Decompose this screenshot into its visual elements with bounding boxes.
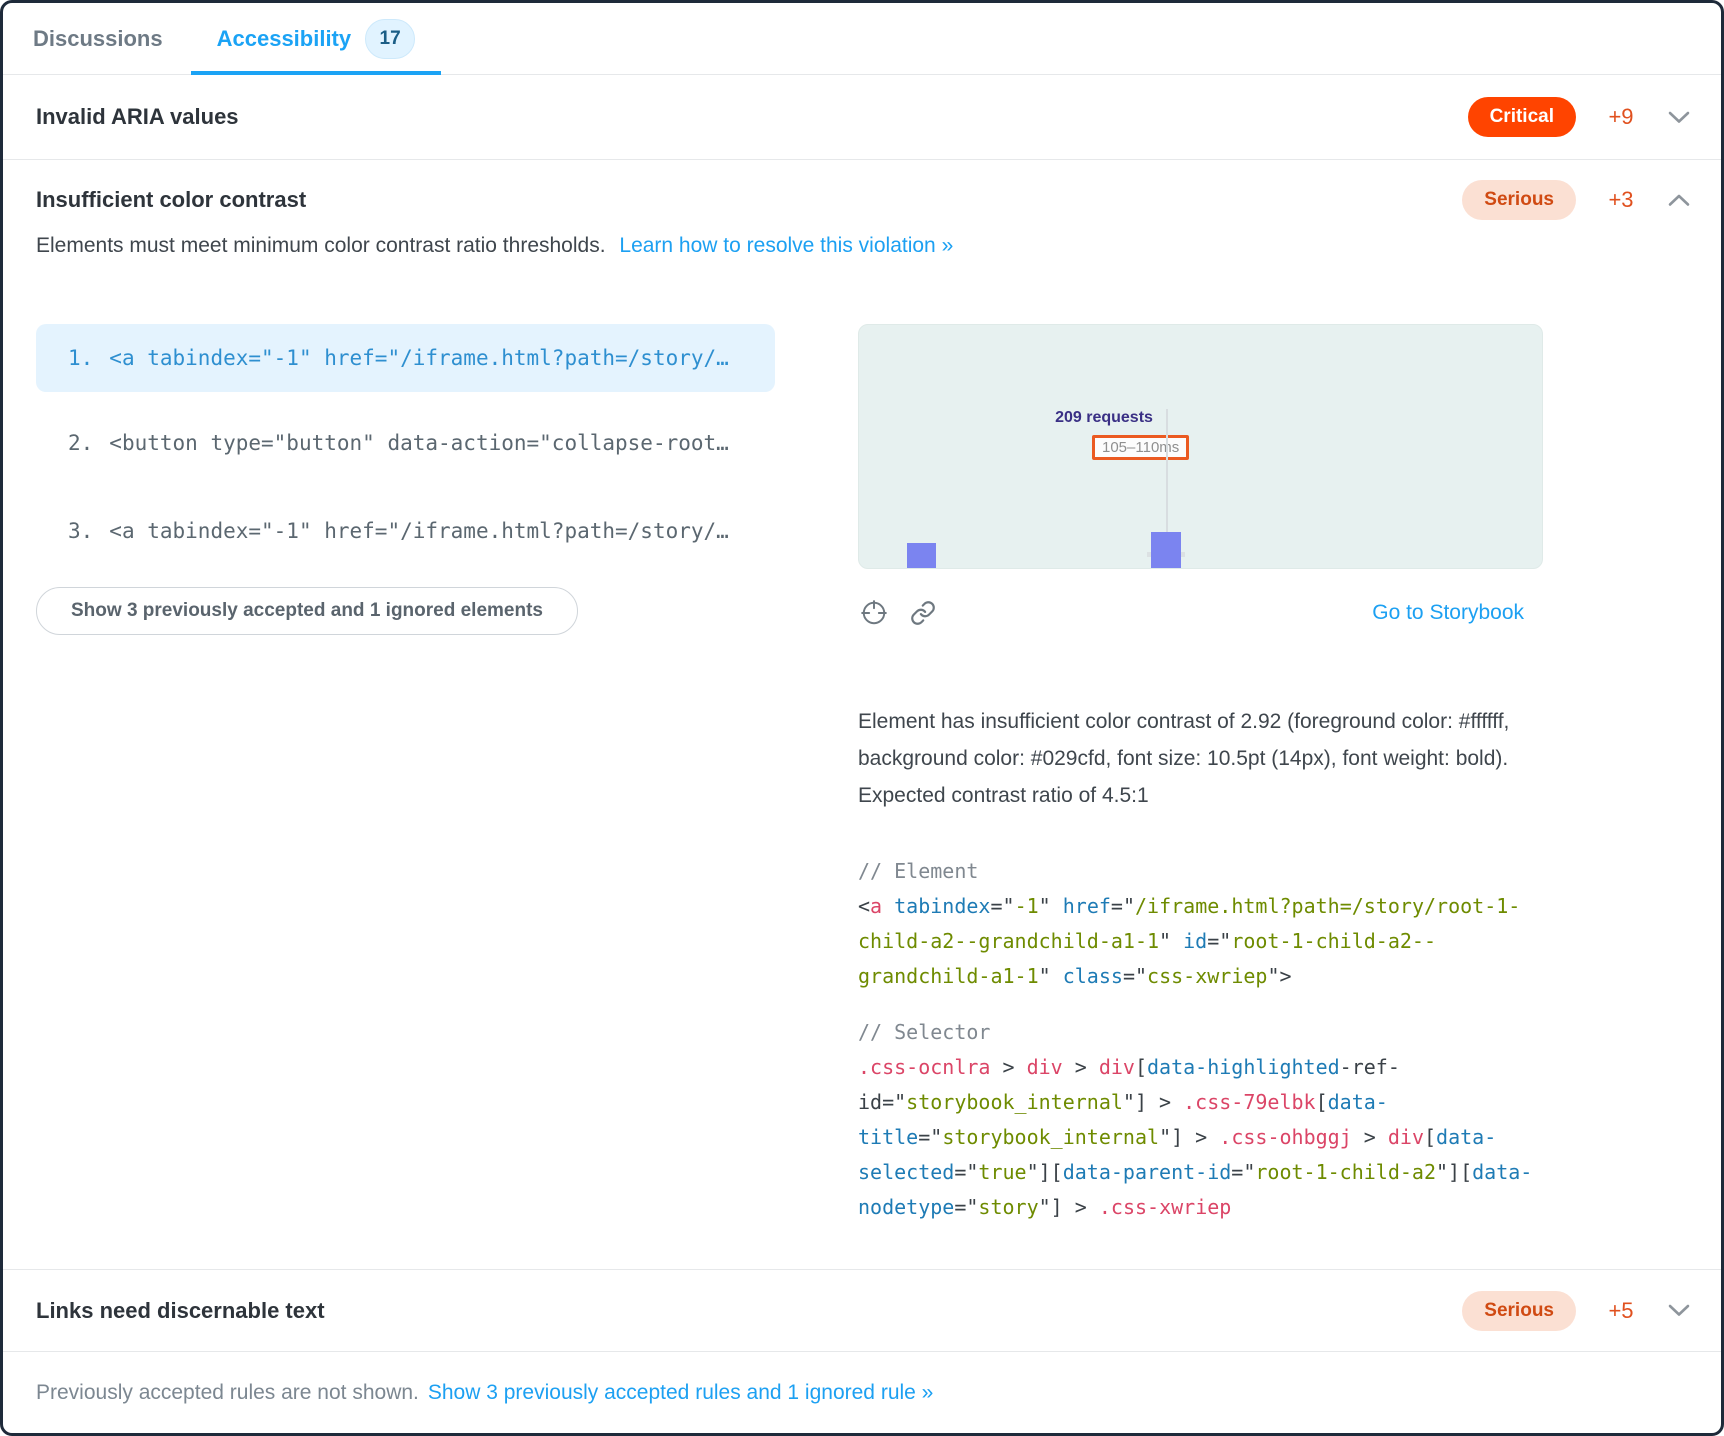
go-to-storybook-link[interactable]: Go to Storybook: [1372, 601, 1541, 625]
accessibility-panel: Discussions Accessibility 17 Invalid ARI…: [0, 0, 1724, 1436]
highlight-target-icon[interactable]: [860, 599, 888, 627]
more-violations-count: +3: [1598, 187, 1644, 213]
preview-actions: Go to Storybook: [858, 595, 1543, 631]
rule-row-invalid-aria-values[interactable]: Invalid ARIA values Critical +9: [3, 75, 1721, 160]
tab-discussions[interactable]: Discussions: [33, 3, 163, 74]
element-code-snippet: <a tabindex="-1" href="/iframe.html?path…: [109, 519, 729, 543]
element-item-2[interactable]: 2. <button type="button" data-action="co…: [36, 418, 775, 468]
tab-accessibility[interactable]: Accessibility 17: [191, 3, 442, 74]
rule-meta: Serious +5: [1462, 1291, 1690, 1331]
show-accepted-elements-button[interactable]: Show 3 previously accepted and 1 ignored…: [36, 587, 578, 635]
severity-badge-serious: Serious: [1462, 1291, 1576, 1331]
selector-comment: // Selector: [858, 1015, 1543, 1050]
preview-highlighted-element: 105–110ms: [1092, 435, 1189, 460]
rule-title-invalid-aria: Invalid ARIA values: [36, 104, 1468, 130]
element-detail-pane: 209 requests 105–110ms: [858, 324, 1543, 1225]
rule-row-links-discernable-text[interactable]: Links need discernable text Serious +5: [3, 1270, 1721, 1352]
element-item-1-selected[interactable]: 1. <a tabindex="-1" href="/iframe.html?p…: [36, 324, 775, 392]
selector-code-block: // Selector .css-ocnlra > div > div[data…: [858, 1015, 1543, 1225]
preview-bar-right: [1151, 532, 1181, 568]
element-number: 2.: [68, 431, 93, 455]
element-item-3[interactable]: 3. <a tabindex="-1" href="/iframe.html?p…: [36, 506, 775, 556]
severity-badge-serious: Serious: [1462, 180, 1576, 220]
rule-meta: Serious +3: [1462, 180, 1690, 220]
learn-how-link[interactable]: Learn how to resolve this violation »: [619, 234, 953, 257]
rule-description-text: Elements must meet minimum color contras…: [36, 234, 606, 257]
story-preview-thumbnail: 209 requests 105–110ms: [858, 324, 1543, 569]
accessibility-count-badge: 17: [365, 19, 415, 59]
element-code-snippet: <a tabindex="-1" href="/iframe.html?path…: [109, 346, 729, 370]
rule-section-color-contrast: Insufficient color contrast Serious +3 E…: [3, 160, 1721, 1270]
tab-bar: Discussions Accessibility 17: [3, 3, 1721, 75]
rule-description: Elements must meet minimum color contras…: [36, 234, 1690, 262]
element-code-snippet: <button type="button" data-action="colla…: [109, 431, 729, 455]
element-code: <a tabindex="-1" href="/iframe.html?path…: [858, 889, 1543, 994]
chevron-down-icon[interactable]: [1668, 1304, 1690, 1317]
rule-title-links-discernable: Links need discernable text: [36, 1298, 1462, 1324]
violation-detail-text: Element has insufficient color contrast …: [858, 703, 1543, 814]
chevron-up-icon[interactable]: [1668, 194, 1690, 207]
tab-accessibility-label: Accessibility: [217, 26, 352, 52]
preview-bar-left: [907, 543, 936, 568]
element-comment: // Element: [858, 854, 1543, 889]
rule-details: 1. <a tabindex="-1" href="/iframe.html?p…: [36, 324, 1690, 1225]
severity-badge-critical: Critical: [1468, 97, 1576, 137]
copy-link-icon[interactable]: [910, 600, 936, 626]
element-number: 3.: [68, 519, 93, 543]
more-violations-count: +5: [1598, 1298, 1644, 1324]
more-violations-count: +9: [1598, 104, 1644, 130]
violating-elements-list: 1. <a tabindex="-1" href="/iframe.html?p…: [36, 324, 775, 1225]
selector-code: .css-ocnlra > div > div[data-highlighted…: [858, 1050, 1543, 1225]
footer: Previously accepted rules are not shown.…: [3, 1352, 1721, 1433]
footer-text: Previously accepted rules are not shown.: [36, 1381, 419, 1405]
show-accepted-rules-link[interactable]: Show 3 previously accepted rules and 1 i…: [428, 1381, 933, 1405]
rule-title-color-contrast: Insufficient color contrast: [36, 187, 1462, 213]
rule-header-color-contrast[interactable]: Insufficient color contrast Serious +3: [36, 182, 1690, 218]
rule-meta: Critical +9: [1468, 97, 1690, 137]
element-code-block: // Element <a tabindex="-1" href="/ifram…: [858, 854, 1543, 994]
element-number: 1.: [68, 346, 93, 370]
active-tab-underline: [191, 71, 442, 75]
chevron-down-icon[interactable]: [1668, 111, 1690, 124]
preview-tooltip-title: 209 requests: [1034, 409, 1174, 427]
